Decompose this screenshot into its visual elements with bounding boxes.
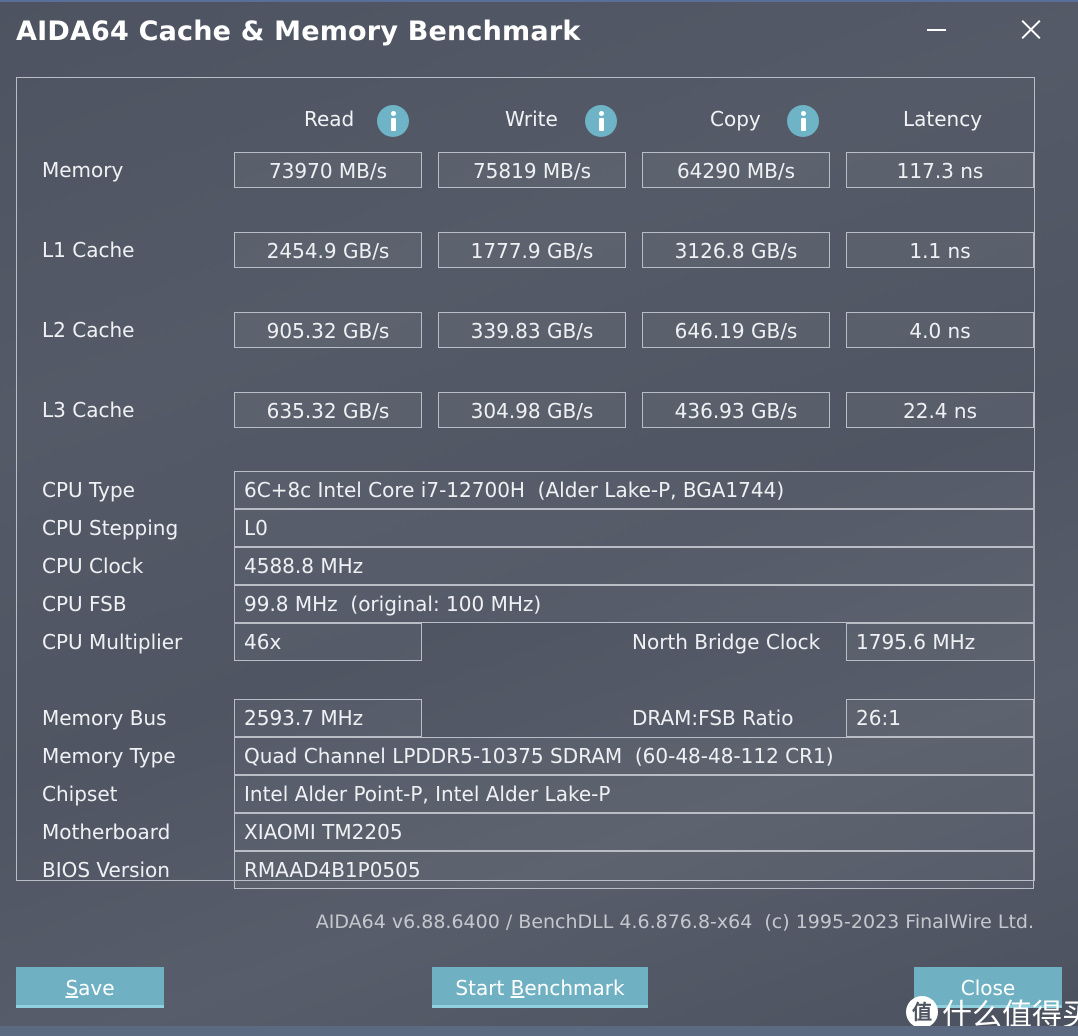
start-label-pre: Start xyxy=(455,976,511,1000)
info-icon[interactable] xyxy=(787,105,819,137)
l2-read-value: 905.32 GB/s xyxy=(234,312,422,348)
save-button[interactable]: Save xyxy=(16,967,164,1008)
row-label-memory: Memory xyxy=(42,158,124,182)
memory-type-value: Quad Channel LPDDR5-10375 SDRAM (60-48-4… xyxy=(234,737,1034,775)
column-header-copy: Copy xyxy=(710,107,761,131)
cpu-multiplier-label: CPU Multiplier xyxy=(42,630,183,654)
watermark-logo-icon: 值 xyxy=(906,996,938,1028)
l2-copy-value: 646.19 GB/s xyxy=(642,312,830,348)
l1-latency-value: 1.1 ns xyxy=(846,232,1034,268)
l3-read-value: 635.32 GB/s xyxy=(234,392,422,428)
memory-type-label: Memory Type xyxy=(42,744,176,768)
start-label-rest: enchmark xyxy=(524,976,625,1000)
row-label-l1-cache: L1 Cache xyxy=(42,238,135,262)
info-icon[interactable] xyxy=(377,105,409,137)
l1-read-value: 2454.9 GB/s xyxy=(234,232,422,268)
memory-copy-value: 64290 MB/s xyxy=(642,152,830,188)
cpu-clock-label: CPU Clock xyxy=(42,554,144,578)
column-header-write: Write xyxy=(505,107,558,131)
l3-copy-value: 436.93 GB/s xyxy=(642,392,830,428)
l2-latency-value: 4.0 ns xyxy=(846,312,1034,348)
chipset-label: Chipset xyxy=(42,782,118,806)
close-icon[interactable] xyxy=(1014,14,1048,44)
info-icon[interactable] xyxy=(585,105,617,137)
start-mnemonic: B xyxy=(510,976,525,1000)
bios-version-label: BIOS Version xyxy=(42,858,170,882)
motherboard-value: XIAOMI TM2205 xyxy=(234,813,1034,851)
motherboard-label: Motherboard xyxy=(42,820,171,844)
taskbar-strip xyxy=(0,1026,1078,1036)
cpu-multiplier-value: 46x xyxy=(234,623,422,661)
memory-read-value: 73970 MB/s xyxy=(234,152,422,188)
window-top-border xyxy=(0,0,1078,2)
start-benchmark-button[interactable]: Start Benchmark xyxy=(432,967,648,1008)
column-header-read: Read xyxy=(304,107,355,131)
cpu-stepping-label: CPU Stepping xyxy=(42,516,179,540)
cpu-type-value: 6C+8c Intel Core i7-12700H (Alder Lake-P… xyxy=(234,471,1034,509)
row-label-l3-cache: L3 Cache xyxy=(42,398,135,422)
l3-write-value: 304.98 GB/s xyxy=(438,392,626,428)
save-mnemonic: S xyxy=(65,976,79,1000)
cpu-fsb-value: 99.8 MHz (original: 100 MHz) xyxy=(234,585,1034,623)
l2-write-value: 339.83 GB/s xyxy=(438,312,626,348)
l1-write-value: 1777.9 GB/s xyxy=(438,232,626,268)
dram-fsb-ratio-label: DRAM:FSB Ratio xyxy=(632,706,794,730)
cpu-fsb-label: CPU FSB xyxy=(42,592,127,616)
version-footer: AIDA64 v6.88.6400 / BenchDLL 4.6.876.8-x… xyxy=(315,911,1034,933)
dram-fsb-ratio-value: 26:1 xyxy=(846,699,1034,737)
minimize-icon[interactable] xyxy=(918,14,952,44)
cpu-type-label: CPU Type xyxy=(42,478,135,502)
row-label-l2-cache: L2 Cache xyxy=(42,318,135,342)
l3-latency-value: 22.4 ns xyxy=(846,392,1034,428)
column-header-latency: Latency xyxy=(903,107,983,131)
bios-version-value: RMAAD4B1P0505 xyxy=(234,851,1034,889)
memory-latency-value: 117.3 ns xyxy=(846,152,1034,188)
chipset-value: Intel Alder Point-P, Intel Alder Lake-P xyxy=(234,775,1034,813)
window-title: AIDA64 Cache & Memory Benchmark xyxy=(16,16,581,47)
north-bridge-clock-value: 1795.6 MHz xyxy=(846,623,1034,661)
memory-bus-value: 2593.7 MHz xyxy=(234,699,422,737)
cpu-stepping-value: L0 xyxy=(234,509,1034,547)
north-bridge-clock-label: North Bridge Clock xyxy=(632,630,821,654)
cpu-clock-value: 4588.8 MHz xyxy=(234,547,1034,585)
memory-bus-label: Memory Bus xyxy=(42,706,167,730)
memory-write-value: 75819 MB/s xyxy=(438,152,626,188)
save-label: ave xyxy=(78,976,115,1000)
l1-copy-value: 3126.8 GB/s xyxy=(642,232,830,268)
